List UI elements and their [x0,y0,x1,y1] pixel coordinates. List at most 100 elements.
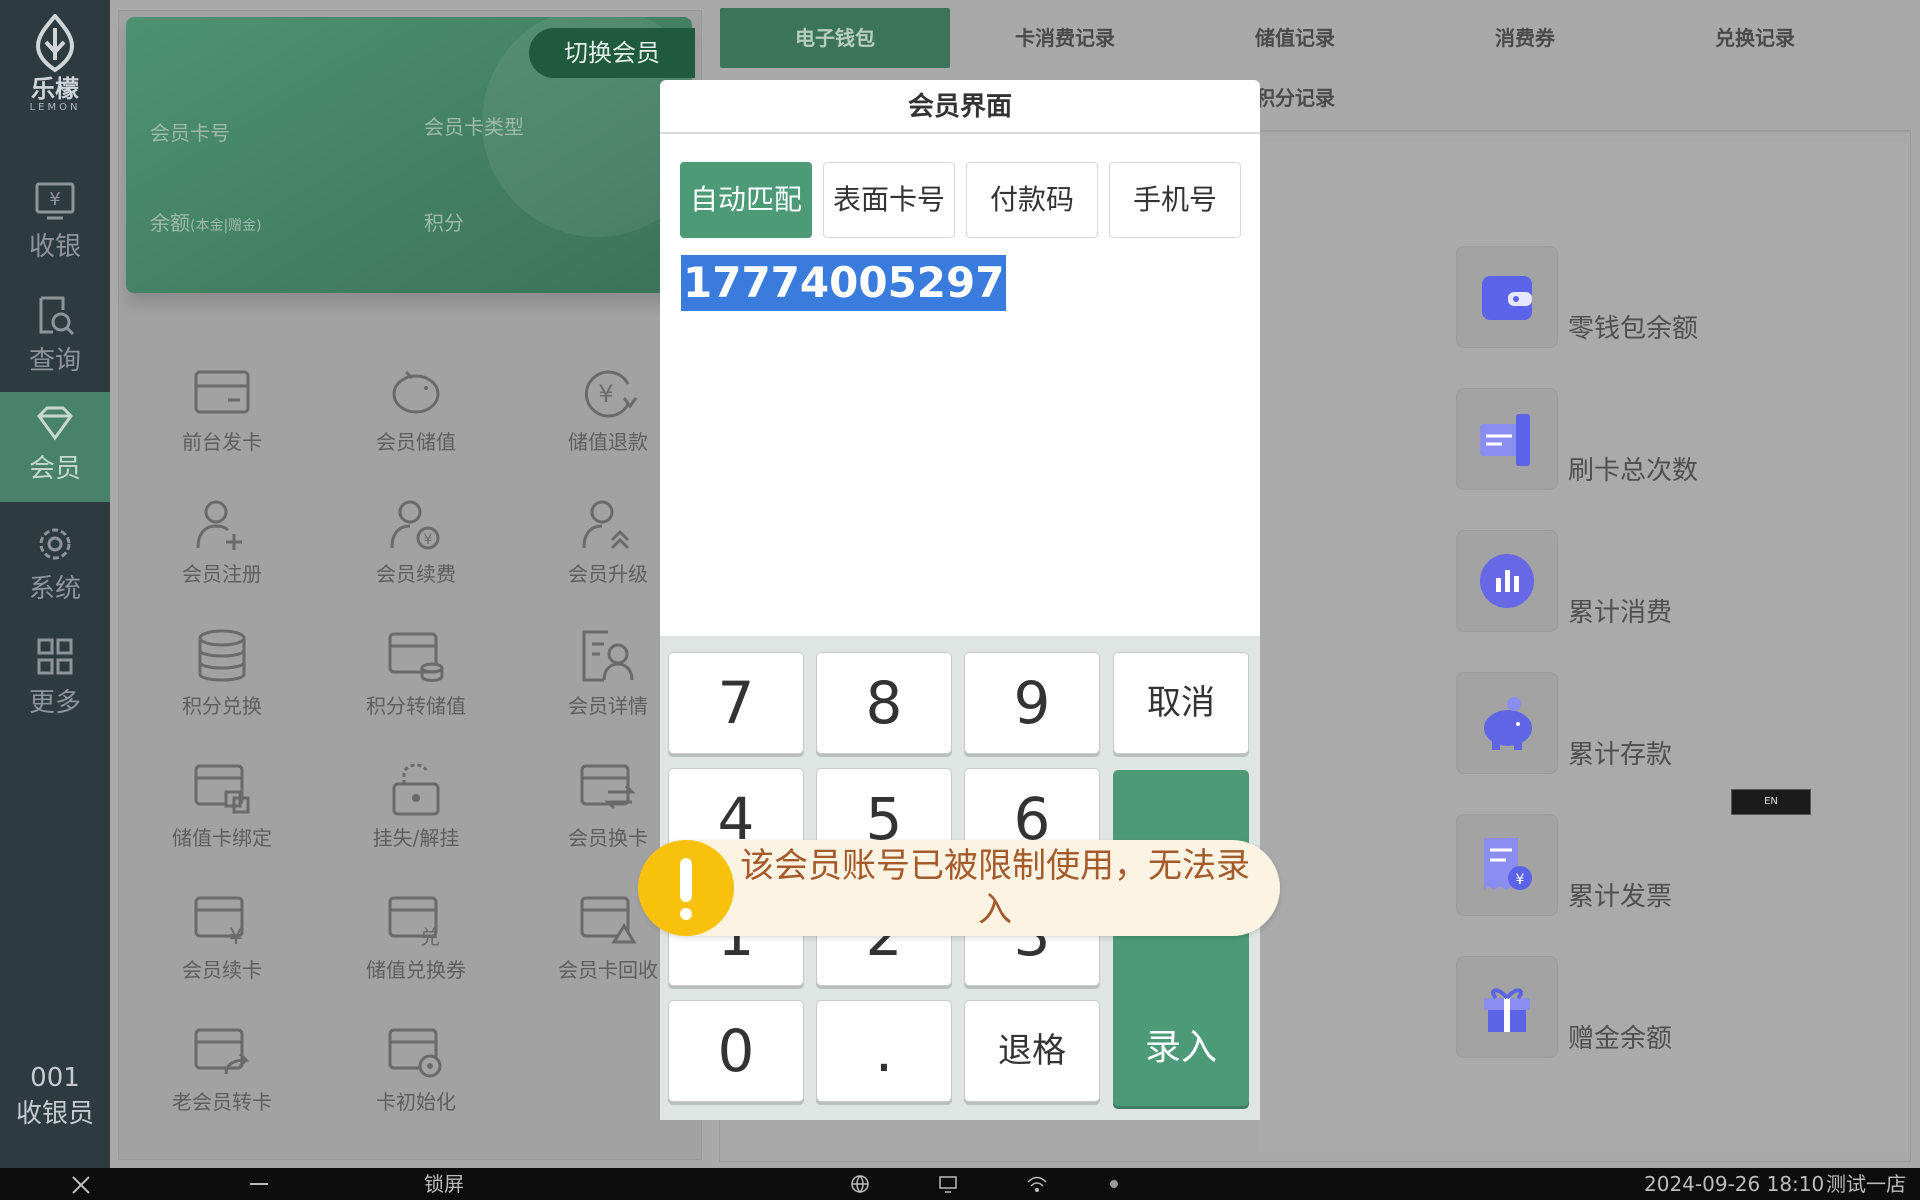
toast-message: 该会员账号已被限制使用，无法录入 [740,846,1250,930]
member-search-input[interactable]: 17774005297 [681,255,1007,311]
tab-card-consumption[interactable]: 卡消费记录 [950,8,1180,68]
mode-phone-number[interactable]: 手机号 [1109,162,1241,238]
profile-search-icon [582,630,634,682]
card-type-label: 会员卡类型 [424,115,524,139]
nav-label: 会员 [28,454,81,484]
stat-icon-tile [1456,246,1558,348]
mode-auto-match[interactable]: 自动匹配 [680,162,812,238]
switch-member-button[interactable]: 切换会员 [529,28,695,78]
backspace-button[interactable]: 退格 [964,1000,1100,1102]
unlock-icon [392,763,440,816]
nav-item-query[interactable]: 查询 [0,284,110,394]
key-9[interactable]: 9 [964,652,1100,754]
minimize-icon[interactable] [248,1168,270,1200]
key-7[interactable]: 7 [668,652,804,754]
operator-id: 001 [30,1063,80,1093]
card-yen-icon: ¥ [194,896,244,948]
nav-item-system[interactable]: 系统 [0,512,110,622]
balance-label: 余额(本金|赠金) [150,207,262,236]
stat-label-total-spend: 累计消费 [1568,598,1673,628]
stat-icon-tile: ¥ [1456,814,1558,916]
card-swap-icon [580,764,636,810]
svg-text:¥: ¥ [424,532,433,548]
stat-icon-tile [1456,530,1558,632]
nav-label: 查询 [28,346,81,376]
clock: 2024-09-26 18:10 [1644,1172,1825,1196]
stat-label-swipe-count: 刷卡总次数 [1568,456,1699,486]
store-name: 测试一店 [1826,1172,1906,1196]
function-label: 老会员转卡 [172,1090,272,1114]
function-label: 积分转储值 [366,694,466,718]
function-member-recharge[interactable]: 会员储值 [326,364,506,455]
balance-label-sub: (本金|赠金) [190,218,262,234]
stat-label-bonus-balance: 赠金余额 [1568,1024,1673,1054]
monitor-icon[interactable] [938,1168,958,1200]
card-reset-icon [388,1028,442,1078]
stat-icon-tile [1456,388,1558,490]
tab-e-wallet[interactable]: 电子钱包 [720,8,950,68]
status-dot-icon [1108,1168,1120,1200]
tab-exchange-records[interactable]: 兑换记录 [1640,8,1870,68]
grid-icon [37,638,73,675]
svg-text:¥: ¥ [1516,872,1525,888]
function-member-renew-fee[interactable]: ¥ 会员续费 [326,496,506,587]
card-exchange-icon: 兑 [388,896,440,948]
cashier-icon: ¥ [35,182,75,220]
nav-item-cashier[interactable]: ¥ 收银 [0,170,110,280]
key-0[interactable]: 0 [668,1000,804,1102]
tab-coupons[interactable]: 消费券 [1410,8,1640,68]
diamond-icon [37,406,73,441]
lock-screen-button[interactable]: 锁屏 [424,1168,464,1200]
function-label: 会员储值 [376,430,456,454]
function-bind-recharge-card[interactable]: 储值卡绑定 [132,760,312,851]
mode-payment-code[interactable]: 付款码 [966,162,1098,238]
nav-label: 系统 [28,574,81,604]
function-points-exchange[interactable]: 积分兑换 [132,628,312,719]
function-report-loss[interactable]: 挂失/解挂 [326,760,506,851]
brand-logo: 乐檬 LEMON [0,14,110,113]
card-swipe-icon [1480,414,1530,466]
piggy-bank-icon [392,370,440,414]
function-label: 积分兑换 [182,694,262,718]
taskbar: 锁屏 2024-09-26 18:10 测试一店 [0,1168,1920,1200]
ime-indicator[interactable]: EN [1731,789,1811,815]
svg-text:¥: ¥ [49,189,60,210]
brand-name-en: LEMON [29,102,81,113]
function-member-register[interactable]: 会员注册 [132,496,312,587]
brand-name: 乐檬 [31,75,79,103]
wallet-stats: 零钱包余额 刷卡总次数 累计消费 累计存款 ¥ 累计发票 赠金余额 [1258,142,1906,1152]
gear-icon [39,528,71,560]
wallet-icon [1482,276,1532,320]
operator-info: 001 收银员 [0,1060,110,1132]
user-upgrade-icon [582,500,630,550]
sidebar: 乐檬 LEMON ¥ 收银 查询 会员 系统 更多 001 收银员 [0,0,110,1168]
mode-card-number[interactable]: 表面卡号 [823,162,955,238]
function-recharge-voucher[interactable]: 兑 储值兑换券 [326,892,506,983]
operator-role: 收银员 [15,1099,94,1129]
nav-item-more[interactable]: 更多 [0,626,110,736]
tab-recharge-records[interactable]: 储值记录 [1180,8,1410,68]
key-dot[interactable]: . [816,1000,952,1102]
function-old-member-transfer[interactable]: 老会员转卡 [132,1024,312,1115]
nav-label: 更多 [28,688,81,718]
key-8[interactable]: 8 [816,652,952,754]
stat-label-total-deposit: 累计存款 [1568,740,1673,770]
globe-icon[interactable] [850,1168,870,1200]
function-points-to-recharge[interactable]: 积分转储值 [326,628,506,719]
function-member-renew-card[interactable]: ¥ 会员续卡 [132,892,312,983]
close-icon[interactable] [70,1168,92,1200]
search-document-icon [39,296,75,336]
stat-icon-tile [1456,672,1558,774]
stat-label-wallet: 零钱包余额 [1568,314,1699,344]
nav-item-member[interactable]: 会员 [0,392,110,502]
enter-button[interactable]: 录入 [1113,770,1249,1106]
function-label: 会员续费 [376,562,456,586]
invoice-icon: ¥ [1484,838,1532,890]
cancel-button[interactable]: 取消 [1113,652,1249,754]
function-issue-card[interactable]: 前台发卡 [132,364,312,455]
card-link-icon [194,764,250,814]
card-recycle-icon [580,896,637,944]
function-card-initialize[interactable]: 卡初始化 [326,1024,506,1115]
wifi-icon[interactable] [1026,1168,1048,1200]
user-yen-icon: ¥ [390,500,440,550]
